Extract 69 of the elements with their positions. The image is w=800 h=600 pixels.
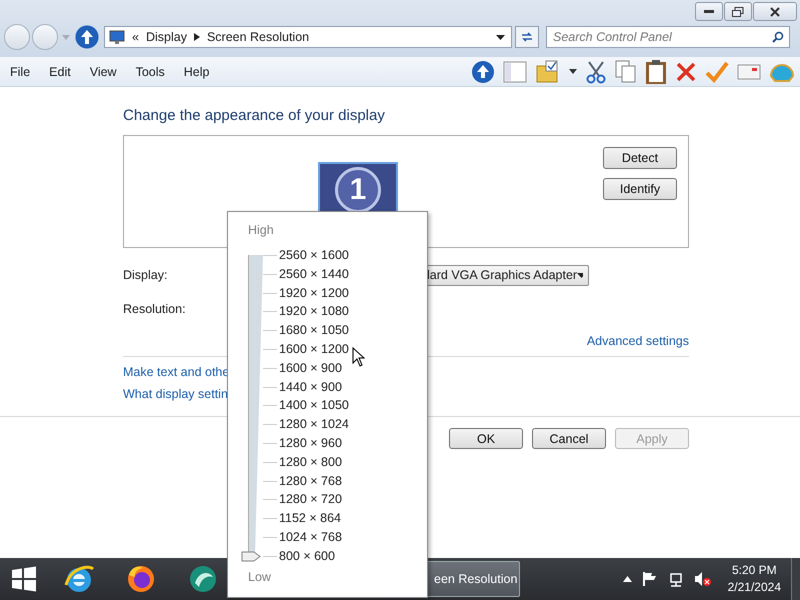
copy-icon[interactable] xyxy=(615,60,637,84)
action-button[interactable]: Identify xyxy=(603,178,677,200)
clock-time[interactable]: 5:20 PM xyxy=(732,562,777,579)
flag-icon[interactable] xyxy=(642,571,658,587)
caret-icon[interactable] xyxy=(569,69,577,74)
help-link[interactable]: What display settin xyxy=(123,387,228,401)
show-desktop-button[interactable] xyxy=(791,558,800,600)
clipboard-icon[interactable] xyxy=(645,58,667,84)
page-heading: Change the appearance of your display xyxy=(123,107,386,124)
resolution-option[interactable]: 1600 × 1200 xyxy=(279,340,349,359)
low-label: Low xyxy=(248,570,272,584)
panel-icon[interactable] xyxy=(503,60,527,82)
advanced-settings-link[interactable]: Advanced settings xyxy=(586,334,689,348)
resolution-option[interactable]: 1280 × 1024 xyxy=(279,415,349,434)
action-button[interactable]: Detect xyxy=(603,147,677,169)
menu-item[interactable]: Help xyxy=(184,64,210,78)
refresh-button[interactable] xyxy=(515,26,539,48)
monitor-icon xyxy=(109,30,125,44)
menu-item[interactable]: Tools xyxy=(136,64,165,78)
field-label: Display: xyxy=(123,268,168,282)
clock-date[interactable]: 2/21/2024 xyxy=(728,579,781,596)
resolution-option[interactable]: 1280 × 720 xyxy=(279,490,349,510)
dialog-button[interactable]: OK xyxy=(449,428,523,449)
mouse-cursor-icon xyxy=(352,347,365,367)
search-icon[interactable] xyxy=(772,31,784,43)
resolution-option[interactable]: 1400 × 1050 xyxy=(279,396,349,416)
resolution-option[interactable]: 800 × 600 xyxy=(279,546,349,566)
resolution-option[interactable]: 1680 × 1050 xyxy=(279,321,349,340)
card-icon[interactable] xyxy=(737,62,761,80)
dropdown-arrow-icon[interactable] xyxy=(496,34,505,40)
search-field[interactable]: Search Control Panel xyxy=(546,26,790,48)
caret-up-icon[interactable] xyxy=(622,576,632,582)
restore-icon xyxy=(732,6,744,16)
menu-item[interactable]: View xyxy=(90,64,117,78)
dialog-button[interactable]: Cancel xyxy=(532,428,606,449)
resolution-option[interactable]: 1280 × 800 xyxy=(279,452,349,472)
resolution-option[interactable]: 1920 × 1080 xyxy=(279,302,349,322)
menu-item[interactable]: Edit xyxy=(49,64,71,78)
resolution-option[interactable]: 1920 × 1200 xyxy=(279,284,349,302)
address-bar[interactable]: « Display Screen Resolution xyxy=(104,26,512,48)
resolution-option[interactable]: 1440 × 900 xyxy=(279,378,349,396)
minimize-icon xyxy=(704,10,714,14)
delete-icon[interactable] xyxy=(675,60,697,82)
resolution-option[interactable]: 1600 × 900 xyxy=(279,358,349,378)
breadcrumb-chevron[interactable]: « xyxy=(132,30,139,44)
menu-item[interactable]: File xyxy=(10,64,30,78)
dropdown-arrow-icon xyxy=(577,272,583,278)
separator-arrow-icon[interactable] xyxy=(194,33,200,41)
breadcrumb-item[interactable]: Display xyxy=(146,30,187,44)
monitor-number: 1 xyxy=(335,167,381,213)
resolution-option[interactable]: 1152 × 864 xyxy=(279,509,349,528)
breadcrumb-item[interactable]: Screen Resolution xyxy=(206,30,310,44)
maximize-button[interactable] xyxy=(724,2,752,21)
minimize-button[interactable] xyxy=(695,2,723,21)
resolution-option[interactable]: 2560 × 1600 xyxy=(279,246,349,265)
resolution-option[interactable]: 1280 × 960 xyxy=(279,434,349,453)
scissors-icon[interactable] xyxy=(585,60,607,84)
checkmark-icon[interactable] xyxy=(705,60,729,82)
muted-speaker-icon[interactable] xyxy=(694,571,712,587)
field-label: Resolution: xyxy=(123,302,187,316)
high-label: High xyxy=(248,223,275,237)
close-icon xyxy=(770,6,780,16)
network-icon[interactable] xyxy=(668,571,684,587)
resolution-option[interactable]: 1280 × 768 xyxy=(279,472,349,490)
close-button[interactable] xyxy=(753,2,797,21)
slider-thumb[interactable] xyxy=(241,550,261,562)
refresh-icon xyxy=(520,31,534,43)
resolution-option[interactable]: 2560 × 1440 xyxy=(279,264,349,284)
resolution-option[interactable]: 1024 × 768 xyxy=(279,528,349,547)
